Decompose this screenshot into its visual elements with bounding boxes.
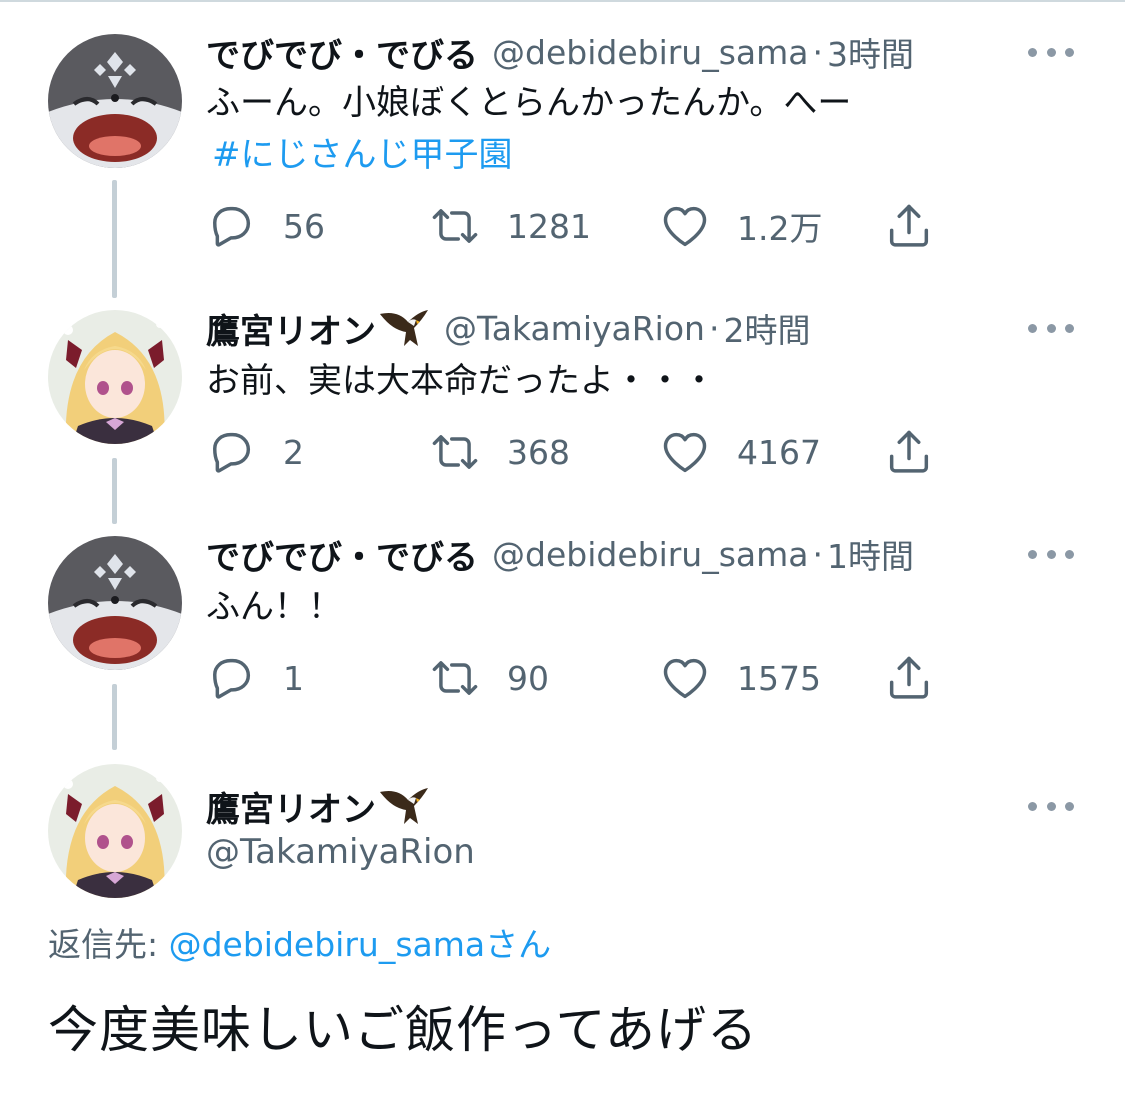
- reply-icon: [205, 426, 257, 478]
- tweet-text: お前、実は大本命だったよ・・・: [206, 361, 716, 401]
- eagle-emoji: [378, 784, 430, 828]
- reply-icon: [205, 200, 257, 252]
- retweet-icon: [429, 652, 481, 704]
- retweet-count: 368: [507, 432, 570, 472]
- tweet-header: 鷹宮リオン @TakamiyaRion · 2時間: [206, 304, 810, 353]
- avatar[interactable]: [48, 764, 182, 898]
- share-icon: [883, 200, 935, 252]
- tweet-actions: 2 368 4167: [205, 426, 965, 478]
- separator: ·: [812, 32, 824, 72]
- retweet-icon: [429, 200, 481, 252]
- share-icon: [883, 652, 935, 704]
- like-button[interactable]: 1575: [659, 652, 821, 704]
- tweet-header: 鷹宮リオン: [206, 782, 430, 831]
- tweet-header: でびでび・でびる @debidebiru_sama · 1時間: [206, 530, 914, 579]
- reply-label: 返信先:: [48, 925, 169, 964]
- avatar[interactable]: [48, 34, 182, 168]
- tweet-text: ふん！！: [206, 587, 342, 627]
- display-name[interactable]: 鷹宮リオン: [206, 782, 376, 831]
- username[interactable]: @debidebiru_sama: [492, 535, 809, 574]
- reply-suffix: さん: [485, 925, 552, 964]
- reply-mention-link[interactable]: @debidebiru_sama: [169, 925, 486, 964]
- focused-tweet-text: 今度美味しいご飯作ってあげる: [48, 1001, 758, 1059]
- like-button[interactable]: 4167: [659, 426, 821, 478]
- like-count: 4167: [737, 432, 821, 472]
- tweet-text: ふーん。小娘ぼくとらんかったんか。へー: [206, 83, 852, 123]
- eagle-emoji: [378, 306, 430, 350]
- heart-icon: [659, 426, 711, 478]
- heart-icon: [659, 652, 711, 704]
- tweet-header: でびでび・でびる @debidebiru_sama · 3時間: [206, 28, 914, 77]
- more-icon[interactable]: [1028, 44, 1074, 60]
- top-divider: [0, 0, 1125, 2]
- heart-icon: [659, 200, 711, 252]
- reply-button[interactable]: 1: [205, 652, 304, 704]
- separator: ·: [812, 534, 824, 574]
- retweet-button[interactable]: 1281: [429, 200, 591, 252]
- timestamp[interactable]: 2時間: [723, 304, 810, 352]
- retweet-button[interactable]: 368: [429, 426, 570, 478]
- username[interactable]: @debidebiru_sama: [492, 33, 809, 72]
- share-icon: [883, 426, 935, 478]
- thread-connector: [112, 458, 117, 524]
- avatar[interactable]: [48, 310, 182, 444]
- timestamp[interactable]: 1時間: [827, 530, 914, 578]
- reply-icon: [205, 652, 257, 704]
- hashtag-link[interactable]: #にじさんじ甲子園: [212, 130, 513, 180]
- retweet-count: 1281: [507, 206, 591, 246]
- share-button[interactable]: [883, 652, 935, 704]
- separator: ·: [708, 308, 720, 348]
- thread-connector: [112, 684, 117, 750]
- tweet-actions: 1 90 1575: [205, 652, 965, 704]
- username[interactable]: @TakamiyaRion: [206, 832, 475, 872]
- more-icon[interactable]: [1028, 546, 1074, 562]
- more-icon[interactable]: [1028, 798, 1074, 814]
- reply-count: 2: [283, 432, 304, 472]
- share-button[interactable]: [883, 200, 935, 252]
- reply-context: 返信先: @debidebiru_samaさん: [48, 918, 551, 966]
- retweet-count: 90: [507, 658, 549, 698]
- retweet-button[interactable]: 90: [429, 652, 549, 704]
- like-count: 1.2万: [737, 209, 823, 248]
- avatar[interactable]: [48, 536, 182, 670]
- like-count: 1575: [737, 658, 821, 698]
- share-button[interactable]: [883, 426, 935, 478]
- display-name[interactable]: でびでび・でびる: [206, 530, 478, 579]
- reply-count: 56: [283, 206, 325, 246]
- thread-connector: [112, 180, 117, 298]
- reply-button[interactable]: 2: [205, 426, 304, 478]
- reply-button[interactable]: 56: [205, 200, 325, 252]
- display-name[interactable]: 鷹宮リオン: [206, 304, 376, 353]
- tweet-actions: 56 1281 1.2万: [205, 200, 965, 252]
- like-button[interactable]: 1.2万: [659, 200, 822, 252]
- more-icon[interactable]: [1028, 320, 1074, 336]
- reply-count: 1: [283, 658, 304, 698]
- display-name[interactable]: でびでび・でびる: [206, 28, 478, 77]
- retweet-icon: [429, 426, 481, 478]
- username[interactable]: @TakamiyaRion: [444, 309, 705, 348]
- timestamp[interactable]: 3時間: [827, 28, 914, 76]
